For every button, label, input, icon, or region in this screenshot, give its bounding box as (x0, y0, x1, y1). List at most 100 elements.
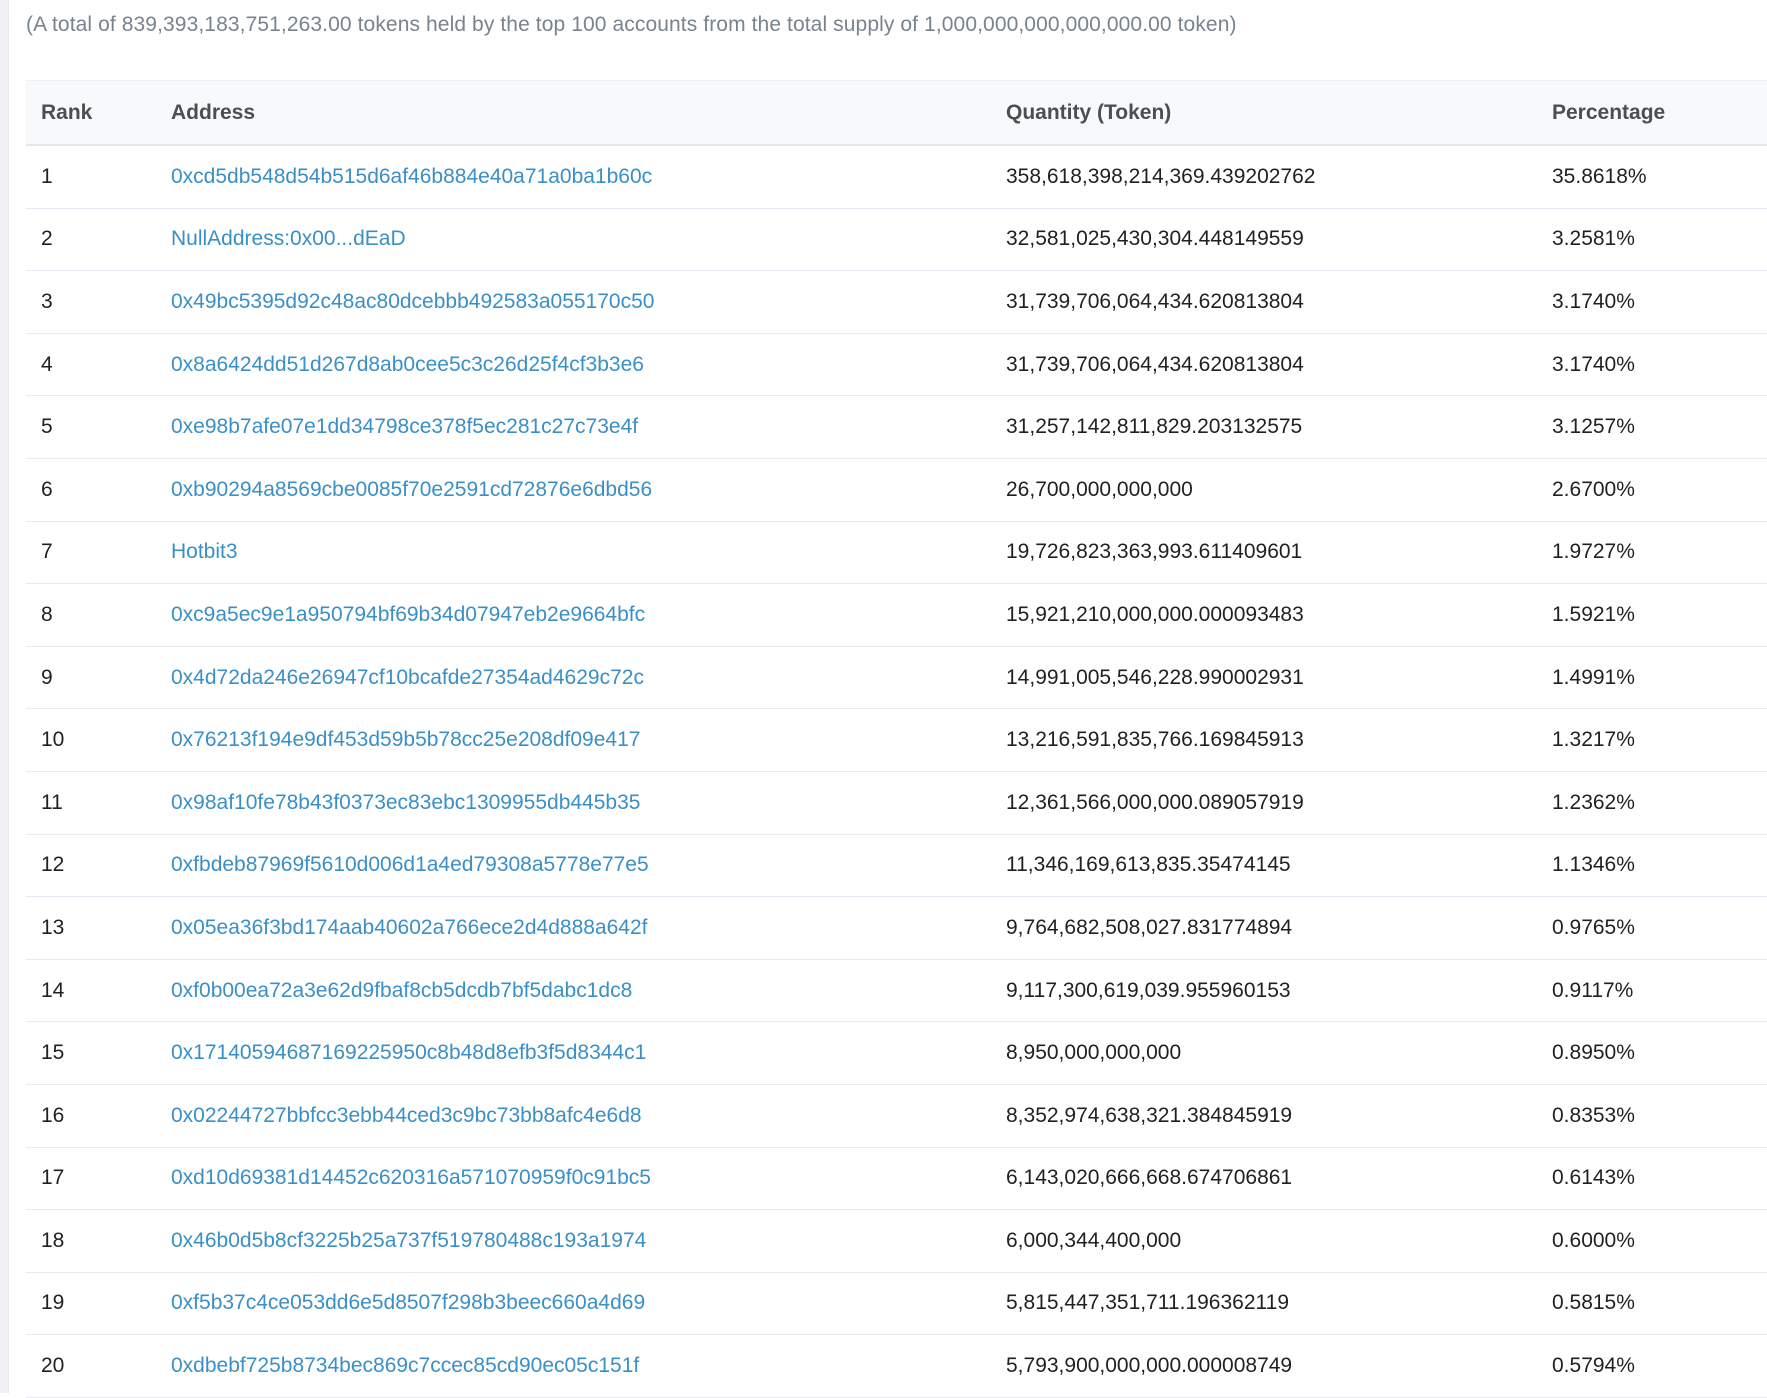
quantity-cell: 6,000,344,400,000 (991, 1209, 1537, 1273)
quantity-cell: 5,793,900,000,000.000008749 (991, 1334, 1537, 1398)
holders-table-container: Rank Address Quantity (Token) Percentage… (26, 80, 1767, 1398)
quantity-cell: 32,581,025,430,304.448149559 (991, 208, 1537, 272)
quantity-cell: 9,764,682,508,027.831774894 (991, 896, 1537, 960)
percentage-cell: 0.8353% (1537, 1084, 1767, 1148)
header-address: Address (156, 80, 991, 146)
address-link[interactable]: 0x02244727bbfcc3ebb44ced3c9bc73bb8afc4e6… (171, 1104, 642, 1127)
table-row: 13 0x05ea36f3bd174aab40602a766ece2d4d888a… (26, 896, 1767, 960)
address-cell: 0x17140594687169225950c8b48d8efb3f5d8344… (156, 1021, 991, 1085)
quantity-cell: 8,950,000,000,000 (991, 1021, 1537, 1085)
address-cell: 0x02244727bbfcc3ebb44ced3c9bc73bb8afc4e6… (156, 1084, 991, 1148)
rank-cell: 7 (26, 521, 156, 585)
address-link[interactable]: NullAddress:0x00...dEaD (171, 227, 406, 250)
percentage-cell: 0.9765% (1537, 896, 1767, 960)
quantity-cell: 15,921,210,000,000.000093483 (991, 583, 1537, 647)
quantity-cell: 358,618,398,214,369.439202762 (991, 145, 1537, 209)
address-link[interactable]: 0xdbebf725b8734bec869c7ccec85cd90ec05c15… (171, 1354, 639, 1377)
address-link[interactable]: 0xf0b00ea72a3e62d9fbaf8cb5dcdb7bf5dabc1d… (171, 979, 632, 1002)
address-cell: 0xdbebf725b8734bec869c7ccec85cd90ec05c15… (156, 1334, 991, 1398)
quantity-cell: 5,815,447,351,711.196362119 (991, 1272, 1537, 1336)
address-link[interactable]: 0xc9a5ec9e1a950794bf69b34d07947eb2e9664b… (171, 603, 645, 626)
rank-cell: 5 (26, 395, 156, 459)
percentage-cell: 0.8950% (1537, 1021, 1767, 1085)
table-row: 16 0x02244727bbfcc3ebb44ced3c9bc73bb8afc4… (26, 1084, 1767, 1148)
rank-cell: 4 (26, 333, 156, 397)
address-link[interactable]: 0x05ea36f3bd174aab40602a766ece2d4d888a64… (171, 916, 647, 939)
header-percentage: Percentage (1537, 80, 1767, 146)
rank-cell: 13 (26, 896, 156, 960)
quantity-cell: 9,117,300,619,039.955960153 (991, 959, 1537, 1023)
address-link[interactable]: 0x4d72da246e26947cf10bcafde27354ad4629c7… (171, 666, 644, 689)
address-link[interactable]: 0x98af10fe78b43f0373ec83ebc1309955db445b… (171, 791, 640, 814)
percentage-cell: 1.1346% (1537, 834, 1767, 898)
address-link[interactable]: 0xb90294a8569cbe0085f70e2591cd72876e6dbd… (171, 478, 652, 501)
percentage-cell: 1.4991% (1537, 646, 1767, 710)
rank-cell: 6 (26, 458, 156, 522)
table-row: 14 0xf0b00ea72a3e62d9fbaf8cb5dcdb7bf5dabc… (26, 959, 1767, 1023)
address-link[interactable]: 0xd10d69381d14452c620316a571070959f0c91b… (171, 1166, 651, 1189)
table-row: 2 NullAddress:0x00...dEaD 32,581,025,430,3… (26, 208, 1767, 272)
address-cell: 0x8a6424dd51d267d8ab0cee5c3c26d25f4cf3b3… (156, 333, 991, 397)
address-cell: 0xe98b7afe07e1dd34798ce378f5ec281c27c73e… (156, 395, 991, 459)
table-row: 1 0xcd5db548d54b515d6af46b884e40a71a0ba1b… (26, 145, 1767, 209)
table-row: 11 0x98af10fe78b43f0373ec83ebc1309955db44… (26, 771, 1767, 835)
table-row: 5 0xe98b7afe07e1dd34798ce378f5ec281c27c73… (26, 395, 1767, 459)
address-cell: 0xf5b37c4ce053dd6e5d8507f298b3beec660a4d… (156, 1272, 991, 1336)
quantity-cell: 6,143,020,666,668.674706861 (991, 1147, 1537, 1211)
address-cell: 0x05ea36f3bd174aab40602a766ece2d4d888a64… (156, 896, 991, 960)
address-cell: 0xcd5db548d54b515d6af46b884e40a71a0ba1b6… (156, 145, 991, 209)
percentage-cell: 1.2362% (1537, 771, 1767, 835)
address-cell: 0x4d72da246e26947cf10bcafde27354ad4629c7… (156, 646, 991, 710)
address-link[interactable]: Hotbit3 (171, 540, 238, 563)
header-row: Rank Address Quantity (Token) Percentage (26, 80, 1767, 146)
percentage-cell: 3.1257% (1537, 395, 1767, 459)
address-cell: 0xd10d69381d14452c620316a571070959f0c91b… (156, 1147, 991, 1211)
address-link[interactable]: 0x49bc5395d92c48ac80dcebbb492583a055170c… (171, 290, 654, 313)
quantity-cell: 26,700,000,000,000 (991, 458, 1537, 522)
address-link[interactable]: 0x46b0d5b8cf3225b25a737f519780488c193a19… (171, 1229, 646, 1252)
percentage-cell: 3.1740% (1537, 333, 1767, 397)
address-link[interactable]: 0xf5b37c4ce053dd6e5d8507f298b3beec660a4d… (171, 1291, 645, 1314)
address-cell: Hotbit3 (156, 521, 991, 585)
rank-cell: 12 (26, 834, 156, 898)
table-row: 6 0xb90294a8569cbe0085f70e2591cd72876e6db… (26, 458, 1767, 522)
quantity-cell: 12,361,566,000,000.089057919 (991, 771, 1537, 835)
address-cell: 0x76213f194e9df453d59b5b78cc25e208df09e4… (156, 708, 991, 772)
rank-cell: 16 (26, 1084, 156, 1148)
address-link[interactable]: 0xe98b7afe07e1dd34798ce378f5ec281c27c73e… (171, 415, 638, 438)
address-link[interactable]: 0x17140594687169225950c8b48d8efb3f5d8344… (171, 1041, 646, 1064)
rank-cell: 18 (26, 1209, 156, 1273)
percentage-cell: 1.9727% (1537, 521, 1767, 585)
rank-cell: 9 (26, 646, 156, 710)
table-row: 19 0xf5b37c4ce053dd6e5d8507f298b3beec660a… (26, 1272, 1767, 1336)
rank-cell: 1 (26, 145, 156, 209)
left-border (0, 0, 9, 1393)
percentage-cell: 35.8618% (1537, 145, 1767, 209)
address-link[interactable]: 0xfbdeb87969f5610d006d1a4ed79308a5778e77… (171, 853, 649, 876)
holders-summary: (A total of 839,393,183,751,263.00 token… (26, 13, 1237, 36)
table-row: 17 0xd10d69381d14452c620316a571070959f0c9… (26, 1147, 1767, 1211)
quantity-cell: 31,739,706,064,434.620813804 (991, 333, 1537, 397)
rank-cell: 17 (26, 1147, 156, 1211)
quantity-cell: 19,726,823,363,993.611409601 (991, 521, 1537, 585)
quantity-cell: 8,352,974,638,321.384845919 (991, 1084, 1537, 1148)
holders-table: Rank Address Quantity (Token) Percentage… (26, 80, 1767, 1398)
address-cell: 0x49bc5395d92c48ac80dcebbb492583a055170c… (156, 270, 991, 334)
percentage-cell: 0.6143% (1537, 1147, 1767, 1211)
table-row: 3 0x49bc5395d92c48ac80dcebbb492583a055170… (26, 270, 1767, 334)
percentage-cell: 2.6700% (1537, 458, 1767, 522)
address-link[interactable]: 0xcd5db548d54b515d6af46b884e40a71a0ba1b6… (171, 165, 652, 188)
rank-cell: 8 (26, 583, 156, 647)
rank-cell: 20 (26, 1334, 156, 1398)
address-link[interactable]: 0x76213f194e9df453d59b5b78cc25e208df09e4… (171, 728, 640, 751)
header-quantity: Quantity (Token) (991, 80, 1537, 146)
percentage-cell: 3.2581% (1537, 208, 1767, 272)
table-row: 12 0xfbdeb87969f5610d006d1a4ed79308a5778e… (26, 834, 1767, 898)
percentage-cell: 0.5815% (1537, 1272, 1767, 1336)
percentage-cell: 3.1740% (1537, 270, 1767, 334)
table-row: 8 0xc9a5ec9e1a950794bf69b34d07947eb2e9664… (26, 583, 1767, 647)
quantity-cell: 11,346,169,613,835.35474145 (991, 834, 1537, 898)
token-holders-page: (A total of 839,393,183,751,263.00 token… (0, 0, 1767, 1398)
percentage-cell: 0.9117% (1537, 959, 1767, 1023)
address-link[interactable]: 0x8a6424dd51d267d8ab0cee5c3c26d25f4cf3b3… (171, 353, 644, 376)
